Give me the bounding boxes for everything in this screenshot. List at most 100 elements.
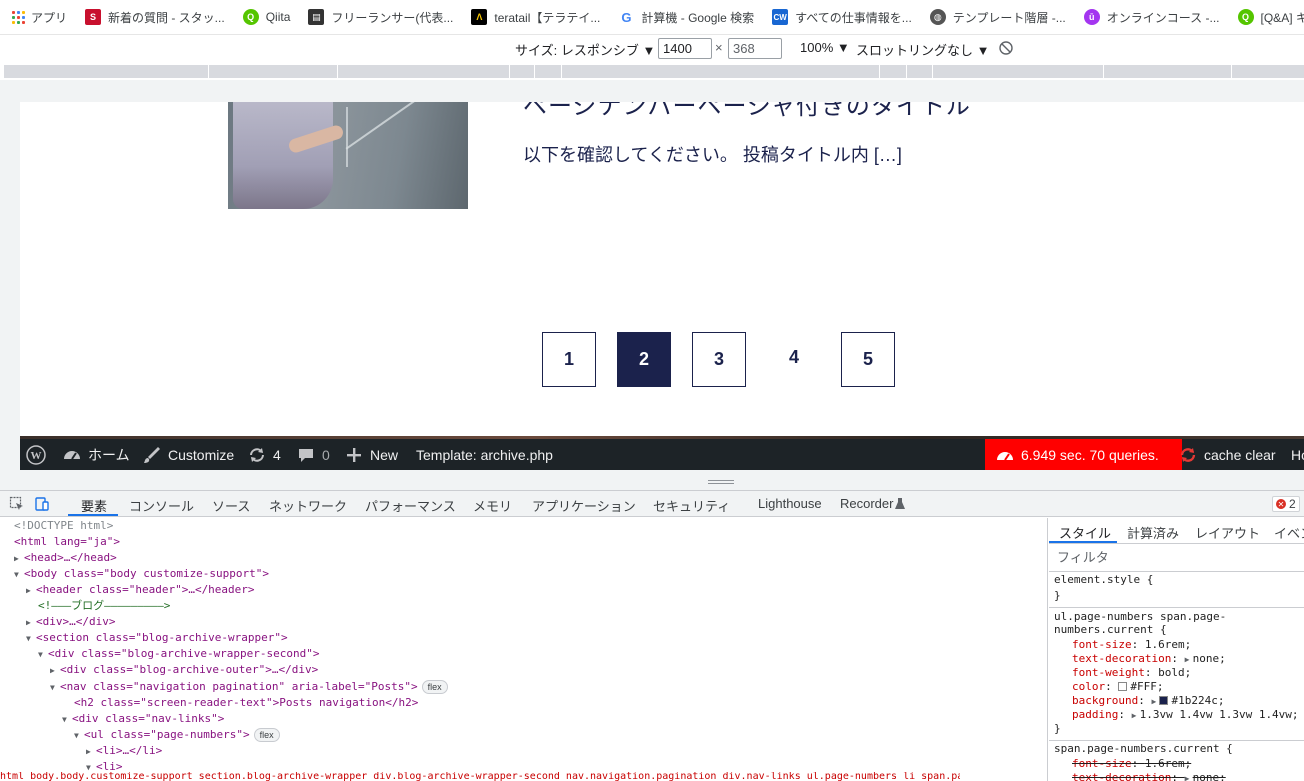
wp-logo-menu[interactable]: W	[26, 439, 52, 470]
css-prop-color[interactable]: color: #FFF;	[1072, 680, 1164, 694]
bookmark-freelancer[interactable]: ▤ フリーランサー(代表...	[308, 9, 453, 26]
bookmark-google[interactable]: G 計算機 - Google 検索	[618, 9, 754, 26]
expand-triangle-icon[interactable]: ▶	[86, 744, 96, 760]
expand-triangle-icon[interactable]: ▶	[26, 583, 36, 599]
bookmark-apps[interactable]: アプリ	[12, 9, 67, 26]
css-prop-font-size[interactable]: font-size: 1.6rem;	[1072, 638, 1191, 652]
device-toggle-icon[interactable]	[34, 496, 50, 512]
dom-node-comment[interactable]: <!–––ブログ–––––––––>	[38, 598, 170, 614]
adminbar-new[interactable]: New	[344, 439, 398, 470]
page-link-4[interactable]: 4	[767, 330, 821, 385]
subtab-event-listeners[interactable]: イベン	[1274, 523, 1304, 542]
bookmark-udemy[interactable]: ū オンラインコース -...	[1083, 9, 1220, 26]
tab-lighthouse[interactable]: Lighthouse	[758, 496, 822, 511]
dom-node-header[interactable]: ▶ <header class="header">…</header>	[26, 582, 255, 598]
dom-node-html[interactable]: <html lang="ja">	[14, 534, 120, 550]
adminbar-comments[interactable]: 0	[296, 439, 330, 470]
flex-badge[interactable]: flex	[421, 680, 448, 694]
post-title[interactable]: ページナンバーページャ付きのタイトル	[523, 102, 971, 121]
css-prop-font-size-overridden[interactable]: font-size: 1.6rem;	[1072, 757, 1191, 771]
dom-node-archive-outer[interactable]: ▶ <div class="blog-archive-outer">…</div>	[50, 662, 318, 678]
rule-selector[interactable]: ul.page-numbers span.page-	[1054, 610, 1226, 624]
collapse-triangle-icon[interactable]: ▼	[38, 647, 48, 663]
expand-triangle-icon[interactable]: ▶	[1185, 772, 1193, 781]
adminbar-cache-clear[interactable]: cache clear	[1178, 439, 1276, 470]
zoom-dropdown[interactable]: 100% ▼	[800, 40, 850, 55]
dom-node-doctype[interactable]: <!DOCTYPE html>	[14, 518, 113, 534]
bookmark-qiita[interactable]: Q Qiita	[242, 9, 290, 25]
expand-triangle-icon[interactable]: ▶	[26, 615, 36, 631]
dom-node-section[interactable]: ▼ <section class="blog-archive-wrapper">	[26, 630, 288, 646]
bookmark-crowdworks[interactable]: CW すべての仕事情報を...	[772, 9, 912, 26]
throttling-dropdown[interactable]: スロットリングなし ▼	[856, 40, 989, 59]
dom-node-wrapper-second[interactable]: ▼ <div class="blog-archive-wrapper-second…	[38, 646, 320, 662]
collapse-triangle-icon[interactable]: ▼	[62, 712, 72, 728]
tab-security[interactable]: セキュリティ	[653, 496, 730, 515]
dom-node-li-collapsed[interactable]: ▶ <li>…</li>	[86, 743, 162, 759]
collapse-triangle-icon[interactable]: ▼	[26, 631, 36, 647]
css-prop-font-weight[interactable]: font-weight: bold;	[1072, 666, 1191, 680]
css-prop-text-decoration-overridden[interactable]: text-decoration: ▶ none;	[1072, 771, 1226, 781]
expand-triangle-icon[interactable]: ▶	[1132, 709, 1140, 723]
css-prop-padding[interactable]: padding: ▶ 1.3vw 1.4vw 1.3vw 1.4vw;	[1072, 708, 1299, 723]
adminbar-performance[interactable]: 6.949 sec. 70 queries.	[985, 439, 1182, 470]
styles-filter-input[interactable]: フィルタ	[1049, 545, 1304, 572]
tab-recorder[interactable]: Recorder	[840, 496, 893, 511]
subtab-computed[interactable]: 計算済み	[1127, 523, 1179, 542]
adminbar-customize[interactable]: Customize	[142, 439, 234, 470]
dom-node-nav-links[interactable]: ▼ <div class="nav-links">	[62, 711, 224, 727]
dom-node-body[interactable]: ▼ <body class="body customize-support">	[14, 566, 269, 582]
post-thumbnail[interactable]	[228, 102, 468, 209]
css-prop-text-decoration[interactable]: text-decoration: ▶ none;	[1072, 652, 1226, 667]
bookmark-stackoverflow[interactable]: S 新着の質問 - スタッ...	[85, 9, 225, 26]
dom-node-h2[interactable]: <h2 class="screen-reader-text">Posts nav…	[74, 695, 418, 711]
collapse-triangle-icon[interactable]: ▼	[50, 680, 60, 696]
page-link-1[interactable]: 1	[542, 332, 596, 387]
expand-triangle-icon[interactable]: ▶	[14, 551, 24, 567]
tab-performance[interactable]: パフォーマンス	[365, 496, 456, 515]
expand-triangle-icon[interactable]: ▶	[1185, 653, 1193, 667]
collapse-triangle-icon[interactable]: ▼	[14, 567, 24, 583]
tab-console[interactable]: コンソール	[129, 496, 194, 515]
expand-triangle-icon[interactable]: ▶	[1151, 695, 1159, 709]
expand-triangle-icon[interactable]: ▶	[50, 663, 60, 679]
adminbar-home[interactable]: ホーム	[62, 439, 130, 470]
tab-network[interactable]: ネットワーク	[269, 496, 347, 515]
css-prop-background[interactable]: background: ▶ #1b224c;	[1072, 694, 1224, 709]
rule-selector-cont[interactable]: numbers.current {	[1054, 623, 1167, 637]
adminbar-trailing-item[interactable]: Ho	[1291, 439, 1304, 470]
rule-selector-2[interactable]: span.page-numbers.current {	[1054, 742, 1233, 756]
dom-node-head[interactable]: ▶ <head>…</head>	[14, 550, 117, 566]
color-swatch-icon[interactable]	[1118, 682, 1128, 691]
viewport-height-input[interactable]	[728, 38, 782, 59]
inspect-element-icon[interactable]	[9, 496, 25, 512]
adminbar-template[interactable]: Template: archive.php	[416, 439, 553, 470]
bookmark-qa-cache[interactable]: Q [Q&A] キャッシ...	[1237, 9, 1304, 26]
subtab-styles[interactable]: スタイル	[1059, 523, 1111, 542]
ruler-bar[interactable]	[4, 65, 1304, 78]
tab-elements[interactable]: 要素	[81, 496, 107, 515]
page-link-5[interactable]: 5	[841, 332, 895, 387]
tab-application[interactable]: アプリケーション	[532, 496, 636, 515]
viewport-width-input[interactable]	[658, 38, 712, 59]
tab-sources[interactable]: ソース	[212, 496, 250, 515]
bookmark-teratail[interactable]: Λ teratail【テラテイ...	[471, 9, 600, 26]
dom-node-div[interactable]: ▶ <div>…</div>	[26, 614, 115, 630]
device-size-dropdown[interactable]: サイズ: レスポンシブ ▼	[515, 40, 655, 59]
page-link-3[interactable]: 3	[692, 332, 746, 387]
rotate-icon[interactable]	[997, 39, 1015, 57]
error-count-badge[interactable]: ✕ 2	[1272, 496, 1300, 512]
adminbar-updates[interactable]: 4	[247, 439, 281, 470]
rule-element-style[interactable]: element.style {	[1054, 573, 1153, 587]
devtools-resizer[interactable]	[0, 475, 1304, 491]
tab-memory[interactable]: メモリ	[473, 496, 512, 515]
comment-text: <!–––ブログ–––––––––>	[38, 599, 171, 612]
bookmark-template-hierarchy[interactable]: ◍ テンプレート階層 -...	[929, 9, 1066, 26]
color-swatch-icon[interactable]	[1159, 696, 1169, 705]
dom-node-nav[interactable]: ▼ <nav class="navigation pagination" aria…	[50, 679, 448, 695]
dom-node-ul[interactable]: ▼ <ul class="page-numbers"> flex	[74, 727, 280, 743]
breadcrumb-path[interactable]: html body.body.customize-support section…	[0, 772, 960, 781]
subtab-layout[interactable]: レイアウト	[1195, 523, 1260, 542]
collapse-triangle-icon[interactable]: ▼	[74, 728, 84, 744]
flex-badge[interactable]: flex	[253, 728, 280, 742]
